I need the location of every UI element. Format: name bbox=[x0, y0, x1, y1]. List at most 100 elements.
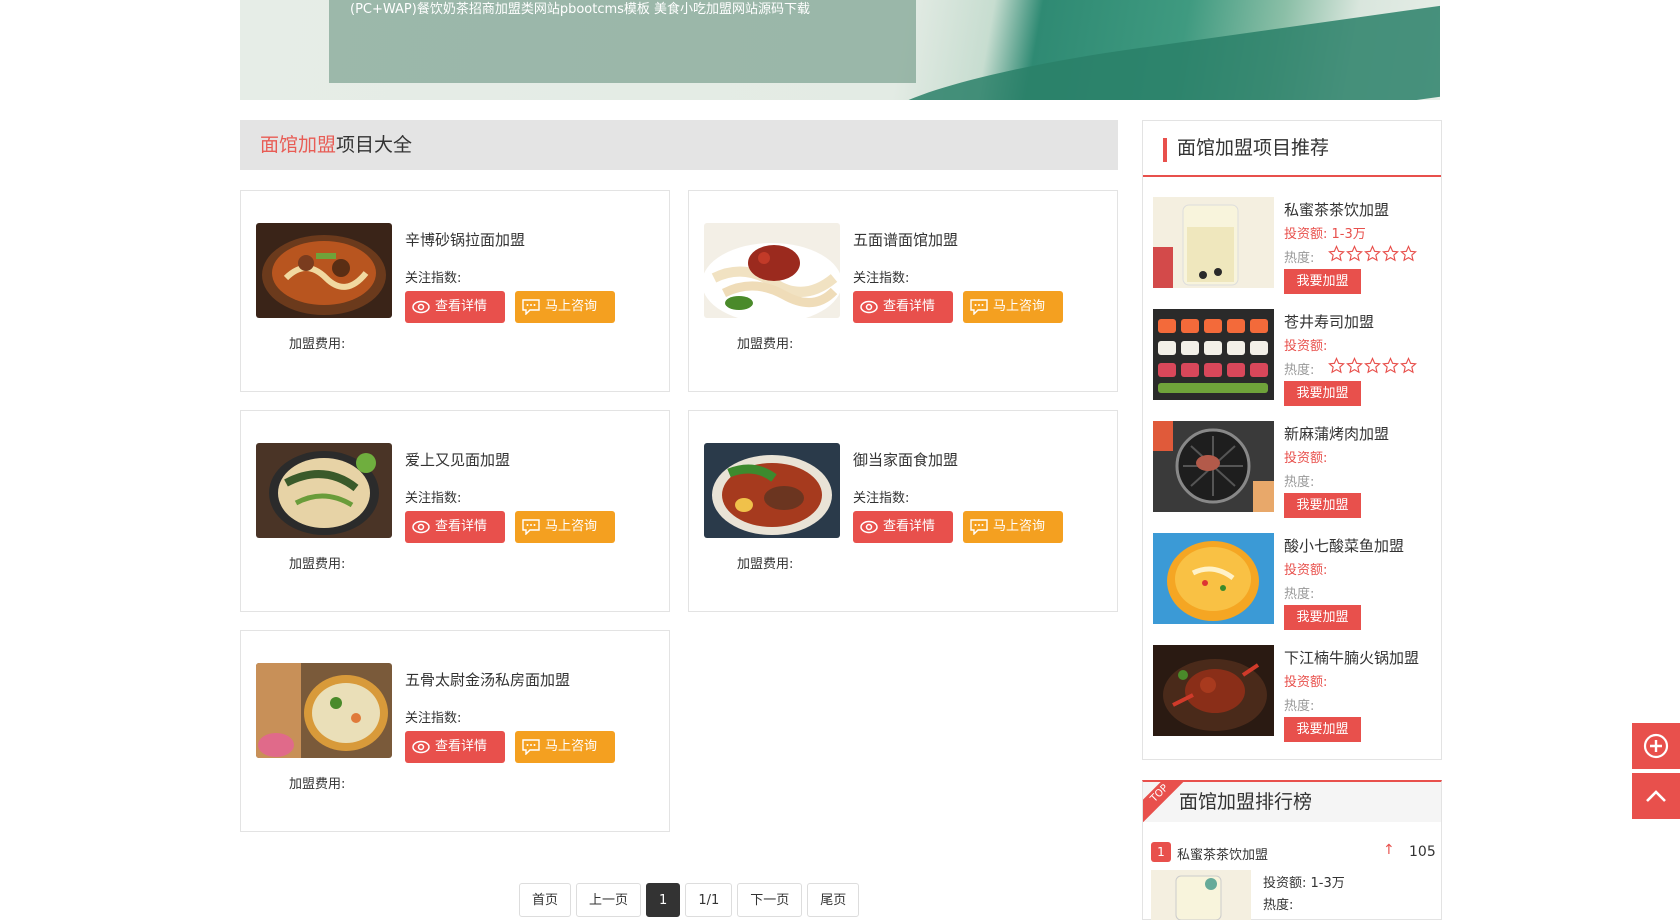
ranking-panel: TOP 面馆加盟排行榜 1 私蜜茶茶饮加盟 ↑ 105 投资额: 1-3万 热度… bbox=[1142, 780, 1442, 920]
rank-heat: 热度: bbox=[1263, 898, 1294, 913]
star-icon bbox=[1364, 245, 1381, 262]
listing-card: 爱上又见面加盟 关注指数: 查看详情 马上咨询 加盟费用: bbox=[240, 410, 670, 612]
current-page-button[interactable]: 1 bbox=[646, 883, 681, 917]
star-icon bbox=[1400, 245, 1417, 262]
listing-name[interactable]: 爱上又见面加盟 bbox=[405, 449, 510, 470]
view-detail-label: 查看详情 bbox=[883, 519, 936, 534]
fee-label: 加盟费用: bbox=[289, 337, 346, 352]
section-title-rest: 项目大全 bbox=[336, 134, 413, 156]
recommend-image[interactable] bbox=[1153, 645, 1274, 736]
consult-label: 马上咨询 bbox=[993, 519, 1046, 534]
listing-card: 御当家面食加盟 关注指数: 查看详情 马上咨询 加盟费用: bbox=[688, 410, 1118, 612]
recommend-name[interactable]: 私蜜茶茶饮加盟 bbox=[1284, 199, 1389, 220]
star-icon bbox=[1346, 245, 1363, 262]
recommend-name[interactable]: 苍井寿司加盟 bbox=[1284, 311, 1374, 332]
consult-button[interactable]: 马上咨询 bbox=[515, 731, 615, 763]
recommend-item: 私蜜茶茶饮加盟 投资额: 1-3万 热度: 我要加盟 bbox=[1153, 197, 1438, 294]
listing-name[interactable]: 御当家面食加盟 bbox=[853, 449, 958, 470]
join-button[interactable]: 我要加盟 bbox=[1284, 493, 1361, 518]
chat-icon bbox=[970, 299, 988, 315]
eye-icon bbox=[860, 300, 878, 314]
listing-image[interactable] bbox=[704, 443, 840, 538]
eye-icon bbox=[412, 520, 430, 534]
listing-image[interactable] bbox=[704, 223, 840, 318]
first-page-button[interactable]: 首页 bbox=[519, 883, 572, 917]
consult-button[interactable]: 马上咨询 bbox=[963, 511, 1063, 543]
rank-image[interactable] bbox=[1151, 870, 1251, 920]
recommend-invest: 投资额: bbox=[1284, 675, 1328, 690]
recommend-image[interactable] bbox=[1153, 421, 1274, 512]
recommend-heat: 热度: bbox=[1284, 363, 1315, 378]
consult-label: 马上咨询 bbox=[545, 299, 598, 314]
heat-stars bbox=[1328, 357, 1417, 374]
section-title: 面馆加盟项目大全 bbox=[240, 120, 1118, 170]
listing-name[interactable]: 辛博砂锅拉面加盟 bbox=[405, 229, 525, 250]
join-button[interactable]: 我要加盟 bbox=[1284, 717, 1361, 742]
view-detail-button[interactable]: 查看详情 bbox=[405, 731, 505, 763]
listing-image[interactable] bbox=[256, 443, 392, 538]
view-detail-button[interactable]: 查看详情 bbox=[853, 511, 953, 543]
ranking-title: 面馆加盟排行榜 bbox=[1179, 791, 1313, 813]
join-button[interactable]: 我要加盟 bbox=[1284, 269, 1361, 294]
plus-circle-icon bbox=[1643, 733, 1669, 759]
view-detail-button[interactable]: 查看详情 bbox=[405, 511, 505, 543]
attention-label: 关注指数: bbox=[405, 711, 462, 726]
recommend-image[interactable] bbox=[1153, 309, 1274, 400]
prev-page-button[interactable]: 上一页 bbox=[576, 883, 642, 917]
listing-image[interactable] bbox=[256, 223, 392, 318]
fee-label: 加盟费用: bbox=[289, 777, 346, 792]
recommend-item: 下江楠牛腩火锅加盟 投资额: 热度: 我要加盟 bbox=[1153, 645, 1438, 742]
rank-score: 105 bbox=[1409, 844, 1436, 860]
join-button[interactable]: 我要加盟 bbox=[1284, 605, 1361, 630]
star-icon bbox=[1400, 357, 1417, 374]
recommend-heat: 热度: bbox=[1284, 475, 1315, 490]
listing-name[interactable]: 五骨太尉金汤私房面加盟 bbox=[405, 669, 570, 690]
consult-button[interactable]: 马上咨询 bbox=[515, 291, 615, 323]
next-page-button[interactable]: 下一页 bbox=[737, 883, 803, 917]
view-detail-label: 查看详情 bbox=[435, 299, 488, 314]
recommend-item: 新麻蒲烤肉加盟 投资额: 热度: 我要加盟 bbox=[1153, 421, 1438, 518]
recommend-image[interactable] bbox=[1153, 197, 1274, 288]
consult-label: 马上咨询 bbox=[993, 299, 1046, 314]
banner-caption[interactable]: (PC+WAP)餐饮奶茶招商加盟类网站pbootcms模板 美食小吃加盟网站源码… bbox=[350, 0, 810, 17]
consult-button[interactable]: 马上咨询 bbox=[963, 291, 1063, 323]
recommend-invest: 投资额: 1-3万 bbox=[1284, 227, 1366, 242]
recommend-heat: 热度: bbox=[1284, 251, 1315, 266]
listing-name[interactable]: 五面谱面馆加盟 bbox=[853, 229, 958, 250]
arrow-up-icon: ↑ bbox=[1383, 842, 1395, 858]
section-title-highlight: 面馆加盟 bbox=[260, 134, 337, 156]
recommend-title: 面馆加盟项目推荐 bbox=[1143, 121, 1441, 177]
heat-stars bbox=[1328, 245, 1417, 262]
recommend-name[interactable]: 酸小七酸菜鱼加盟 bbox=[1284, 535, 1404, 556]
listing-card: 五面谱面馆加盟 关注指数: 查看详情 马上咨询 加盟费用: bbox=[688, 190, 1118, 392]
float-add-button[interactable] bbox=[1632, 723, 1680, 769]
join-button[interactable]: 我要加盟 bbox=[1284, 381, 1361, 406]
recommend-heat: 热度: bbox=[1284, 699, 1315, 714]
chat-icon bbox=[522, 739, 540, 755]
consult-button[interactable]: 马上咨询 bbox=[515, 511, 615, 543]
star-icon bbox=[1382, 357, 1399, 374]
star-icon bbox=[1328, 357, 1345, 374]
attention-label: 关注指数: bbox=[405, 491, 462, 506]
rank-name[interactable]: 私蜜茶茶饮加盟 bbox=[1177, 844, 1268, 863]
recommend-image[interactable] bbox=[1153, 533, 1274, 624]
last-page-button[interactable]: 尾页 bbox=[807, 883, 860, 917]
listing-image[interactable] bbox=[256, 663, 392, 758]
chat-icon bbox=[522, 299, 540, 315]
listing-card: 五骨太尉金汤私房面加盟 关注指数: 查看详情 马上咨询 加盟费用: bbox=[240, 630, 670, 832]
fee-label: 加盟费用: bbox=[289, 557, 346, 572]
listing-card: 辛博砂锅拉面加盟 关注指数: 查看详情 马上咨询 加盟费用: bbox=[240, 190, 670, 392]
fee-label: 加盟费用: bbox=[737, 337, 794, 352]
consult-label: 马上咨询 bbox=[545, 739, 598, 754]
star-icon bbox=[1346, 357, 1363, 374]
attention-label: 关注指数: bbox=[853, 271, 910, 286]
star-icon bbox=[1328, 245, 1345, 262]
eye-icon bbox=[412, 740, 430, 754]
recommend-name[interactable]: 新麻蒲烤肉加盟 bbox=[1284, 423, 1389, 444]
recommend-name[interactable]: 下江楠牛腩火锅加盟 bbox=[1284, 647, 1419, 668]
view-detail-button[interactable]: 查看详情 bbox=[853, 291, 953, 323]
back-to-top-button[interactable] bbox=[1632, 773, 1680, 819]
view-detail-label: 查看详情 bbox=[435, 519, 488, 534]
recommend-invest: 投资额: bbox=[1284, 339, 1328, 354]
view-detail-button[interactable]: 查看详情 bbox=[405, 291, 505, 323]
